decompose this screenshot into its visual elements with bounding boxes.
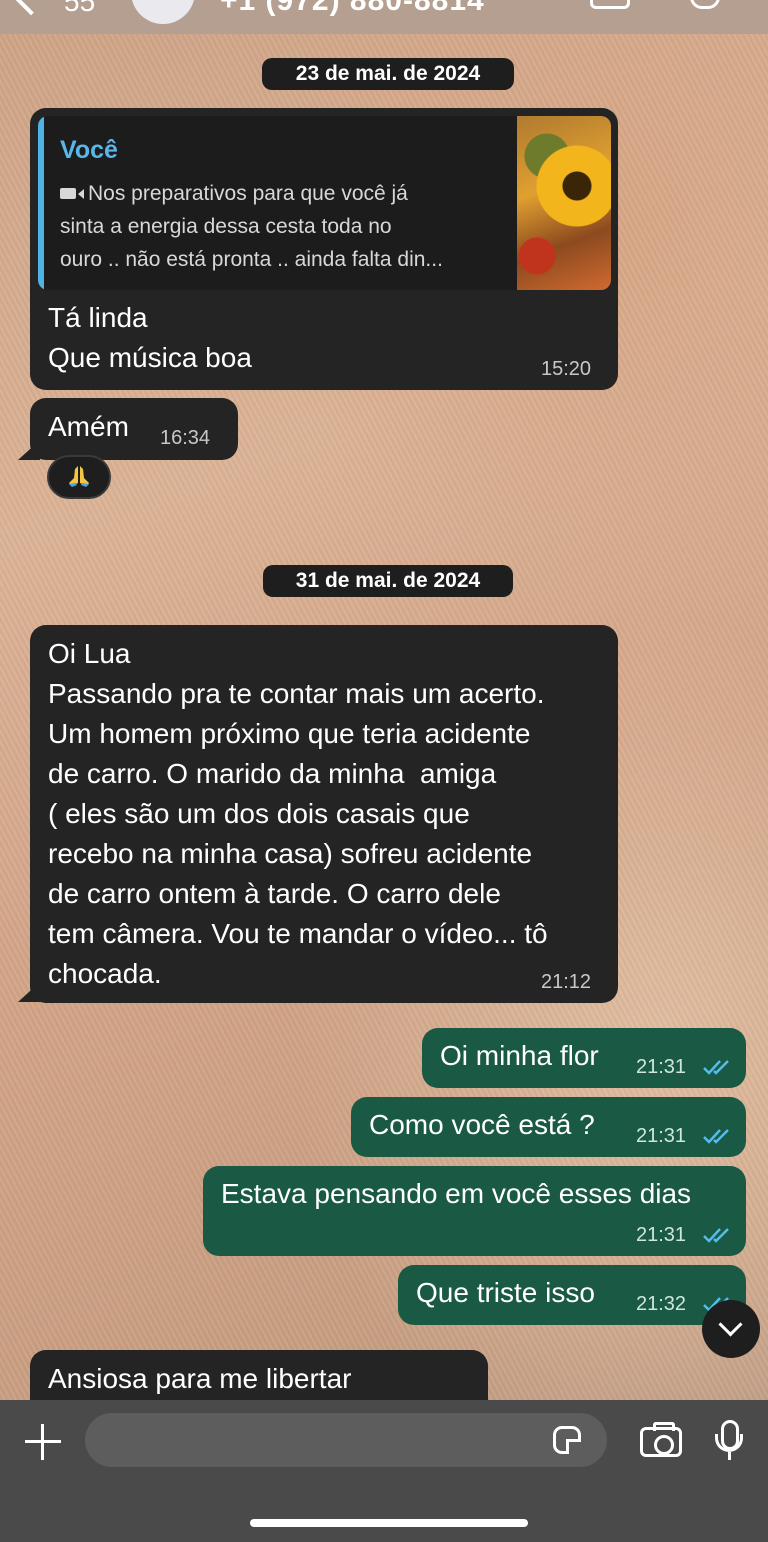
message-time: 16:34 [160, 427, 211, 449]
message-time: 21:32 [636, 1293, 687, 1315]
reply-accent-bar [38, 116, 44, 290]
outgoing-message-bubble[interactable]: Estava pensando em você esses dias 21:31 [203, 1166, 746, 1256]
phone-call-icon[interactable] [690, 0, 720, 9]
message-time: 21:31 [636, 1224, 687, 1246]
message-time: 21:31 [636, 1056, 687, 1078]
reply-line: ouro .. não está pronta .. ainda falta d… [60, 248, 443, 271]
reply-video-thumbnail [517, 116, 611, 290]
message-input[interactable] [85, 1413, 607, 1467]
date-separator: 23 de mai. de 2024 [262, 58, 514, 90]
contact-avatar[interactable] [131, 0, 195, 24]
camera-icon[interactable] [640, 1422, 682, 1457]
outgoing-message-bubble[interactable]: Que triste isso 21:32 [398, 1265, 746, 1325]
back-chevron-icon[interactable] [12, 0, 50, 16]
chat-header: 55 +1 (972) 880-8814 [0, 0, 768, 34]
incoming-message-bubble[interactable]: Você Nos preparativos para que você já s… [30, 108, 618, 390]
chevron-down-icon [718, 1312, 743, 1337]
reply-line: sinta a energia dessa cesta toda no [60, 215, 392, 238]
message-time: 21:12 [541, 971, 592, 993]
message-text: Tá linda Que música boa [48, 302, 252, 373]
sticker-icon[interactable] [553, 1426, 581, 1454]
double-check-icon [703, 1228, 729, 1243]
message-text: Que triste isso [416, 1277, 595, 1308]
double-check-icon [703, 1060, 729, 1075]
outgoing-message-bubble[interactable]: Oi minha flor 21:31 [422, 1028, 746, 1088]
reply-line: Nos preparativos para que você já [60, 182, 408, 206]
outgoing-message-bubble[interactable]: Como você está ? 21:31 [351, 1097, 746, 1157]
message-time: 21:31 [636, 1125, 687, 1147]
incoming-message-bubble[interactable]: Amém 16:34 [30, 398, 238, 460]
date-separator: 31 de mai. de 2024 [263, 565, 513, 597]
message-text: Ansiosa para me libertar [48, 1363, 352, 1394]
scroll-to-bottom-button[interactable] [702, 1300, 760, 1358]
message-text: Como você está ? [369, 1109, 595, 1140]
back-unread-count[interactable]: 55 [64, 0, 95, 18]
incoming-message-bubble[interactable]: Oi Lua Passando pra te contar mais um ac… [30, 625, 618, 1003]
contact-name[interactable]: +1 (972) 880-8814 [220, 0, 485, 18]
video-call-icon[interactable] [590, 0, 630, 9]
message-text: Estava pensando em você esses dias [221, 1178, 692, 1209]
microphone-stem [728, 1452, 731, 1460]
video-icon [60, 188, 76, 199]
reply-preview[interactable]: Você Nos preparativos para que você já s… [38, 116, 611, 290]
plus-icon-vertical[interactable] [41, 1424, 44, 1460]
double-check-icon [703, 1129, 729, 1144]
message-reaction[interactable] [47, 455, 111, 499]
reply-author: Você [60, 136, 118, 164]
praying-hands-icon [69, 466, 89, 487]
message-text: Oi minha flor [440, 1040, 599, 1071]
home-indicator[interactable] [250, 1519, 528, 1527]
message-time: 15:20 [541, 358, 592, 380]
message-text: Oi Lua Passando pra te contar mais um ac… [48, 638, 548, 989]
message-text: Amém [48, 411, 129, 442]
